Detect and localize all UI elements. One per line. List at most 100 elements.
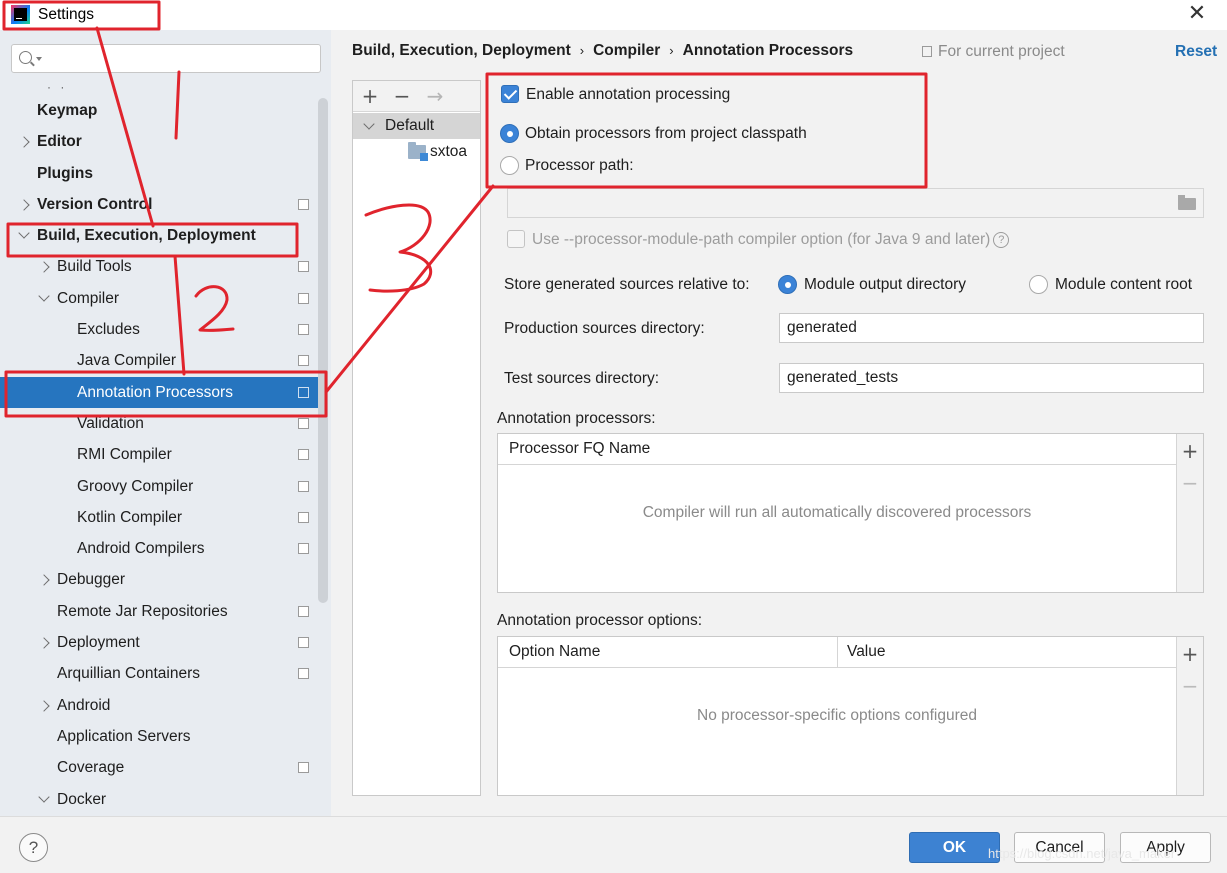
help-icon[interactable]: ? [993, 232, 1010, 248]
tree-item[interactable]: RMI Compiler [0, 439, 318, 470]
processor-path-label: Processor path: [525, 157, 634, 174]
profile-module[interactable]: sxtoa [353, 139, 480, 165]
chevron-down-icon[interactable] [363, 118, 375, 130]
option-value-header[interactable]: Value [838, 637, 1176, 668]
processor-path-radio[interactable] [500, 156, 519, 175]
help-button[interactable]: ? [19, 833, 48, 862]
profiles-toolbar: + − → [353, 81, 480, 112]
profile-module-label: sxtoa [430, 143, 468, 160]
processor-fq-name-header[interactable]: Processor FQ Name [498, 434, 1176, 465]
watermark-text: https://blog.csdn.net/java_maker [988, 846, 1176, 861]
chevron-right-icon[interactable] [38, 574, 50, 587]
test-dir-input[interactable]: generated_tests [779, 363, 1204, 393]
store-sources-label: Store generated sources relative to: [504, 276, 750, 293]
tree-item[interactable]: Compiler [0, 283, 318, 314]
tree-item[interactable]: Android Compilers [0, 533, 318, 564]
module-path-option: Use --processor-module-path compiler opt… [532, 231, 1010, 249]
chevron-right-icon[interactable] [18, 136, 30, 148]
obtain-classpath-radio[interactable] [500, 124, 519, 143]
tree-item-label: Arquillian Containers [57, 665, 201, 683]
tree-item[interactable]: Android [0, 690, 318, 721]
tree-item[interactable]: Editor [0, 126, 318, 157]
chevron-right-icon[interactable] [38, 637, 50, 649]
chevron-down-icon[interactable] [18, 227, 30, 239]
tree-item-label: Java Compiler [77, 352, 177, 370]
sidebar-scrollbar[interactable] [318, 98, 328, 603]
title-bar: Settings ✕ [0, 0, 1227, 30]
chevron-right-icon[interactable] [38, 261, 50, 274]
tree-item[interactable]: Groovy Compiler [0, 471, 318, 502]
profile-default-label: Default [385, 117, 435, 134]
project-scope-icon [296, 666, 309, 680]
chevron-right-icon[interactable] [18, 199, 30, 211]
chevron-right-icon[interactable] [38, 699, 50, 712]
production-dir-label: Production sources directory: [504, 320, 705, 337]
tree-item-label: Coverage [57, 759, 125, 777]
tree-item[interactable]: Docker [0, 784, 318, 815]
chevron-down-icon[interactable] [38, 790, 50, 803]
add-processor-button[interactable]: + [1181, 441, 1199, 461]
tree-item[interactable]: Build, Execution, Deployment [0, 220, 318, 251]
module-content-root-radio[interactable] [1029, 275, 1048, 294]
tree-item[interactable]: Excludes [0, 314, 318, 345]
project-scope-icon [296, 541, 309, 555]
ok-button[interactable]: OK [909, 832, 1000, 863]
project-scope-icon [296, 415, 309, 429]
production-dir-input[interactable]: generated [779, 313, 1204, 343]
project-scope-icon [922, 46, 932, 57]
close-icon[interactable]: ✕ [1187, 3, 1207, 25]
tree-item[interactable]: Debugger [0, 564, 318, 595]
test-dir-label: Test sources directory: [504, 370, 660, 387]
tree-item[interactable]: Plugins [0, 158, 318, 189]
tree-item[interactable]: Remote Jar Repositories [0, 596, 318, 627]
remove-processor-button[interactable]: − [1181, 473, 1199, 493]
search-history-dropdown-icon[interactable] [36, 57, 42, 61]
tree-item[interactable]: Kotlin Compiler [0, 502, 318, 533]
tree-item[interactable]: Coverage [0, 752, 318, 783]
tree-item[interactable]: Keymap [0, 95, 318, 126]
scope-text: For current project [938, 43, 1065, 60]
add-option-button[interactable]: + [1181, 644, 1199, 664]
module-output-radio[interactable] [778, 275, 797, 294]
reset-link[interactable]: Reset [1175, 43, 1217, 61]
remove-option-button[interactable]: − [1181, 676, 1199, 696]
processors-table-toolbar: + − [1176, 434, 1203, 592]
processor-path-field[interactable] [507, 188, 1204, 218]
module-folder-icon [408, 142, 428, 161]
move-to-profile-button[interactable]: → [424, 84, 446, 108]
breadcrumb-item: Annotation Processors [682, 42, 854, 59]
tree-item[interactable]: Arquillian Containers [0, 658, 318, 689]
tree-item[interactable]: Validation [0, 408, 318, 439]
project-scope-icon [296, 447, 309, 461]
browse-folder-icon[interactable] [1178, 195, 1196, 210]
add-profile-button[interactable]: + [359, 84, 381, 108]
tree-item[interactable]: Annotation Processors [0, 376, 318, 408]
tree-item[interactable]: Build Tools [0, 251, 318, 282]
processors-table: Processor FQ Name Compiler will run all … [497, 433, 1204, 593]
search-input[interactable] [44, 48, 314, 70]
project-scope-icon [296, 478, 309, 492]
enable-annotation-checkbox[interactable] [501, 85, 519, 103]
remove-profile-button[interactable]: − [391, 84, 413, 108]
tree-item[interactable]: Version Control [0, 189, 318, 220]
tree-item-label: Compiler [57, 289, 120, 307]
tree-item-label: Excludes [77, 321, 140, 339]
chevron-down-icon[interactable] [38, 290, 50, 302]
dialog-footer: ? OK Cancel Apply https://blog.csdn.net/… [0, 816, 1227, 873]
tree-item-label: Plugins [37, 164, 93, 182]
tree-item[interactable]: Deployment [0, 627, 318, 658]
project-scope-icon [296, 635, 309, 649]
tree-item-label: Annotation Processors [77, 383, 233, 401]
project-scope-icon [296, 259, 309, 273]
settings-search[interactable] [11, 44, 321, 73]
option-name-header[interactable]: Option Name [498, 637, 838, 668]
tree-item[interactable]: Application Servers [0, 721, 318, 752]
module-path-checkbox[interactable] [507, 230, 525, 248]
profile-default[interactable]: Default [353, 113, 480, 139]
search-icon [19, 51, 32, 64]
breadcrumb-item: Build, Execution, Deployment [352, 42, 571, 59]
options-table-title: Annotation processor options: [497, 612, 703, 629]
tree-item[interactable]: Java Compiler [0, 345, 318, 376]
processors-empty-text: Compiler will run all automatically disc… [642, 504, 1032, 521]
tree-item-label: Docker [57, 790, 107, 808]
